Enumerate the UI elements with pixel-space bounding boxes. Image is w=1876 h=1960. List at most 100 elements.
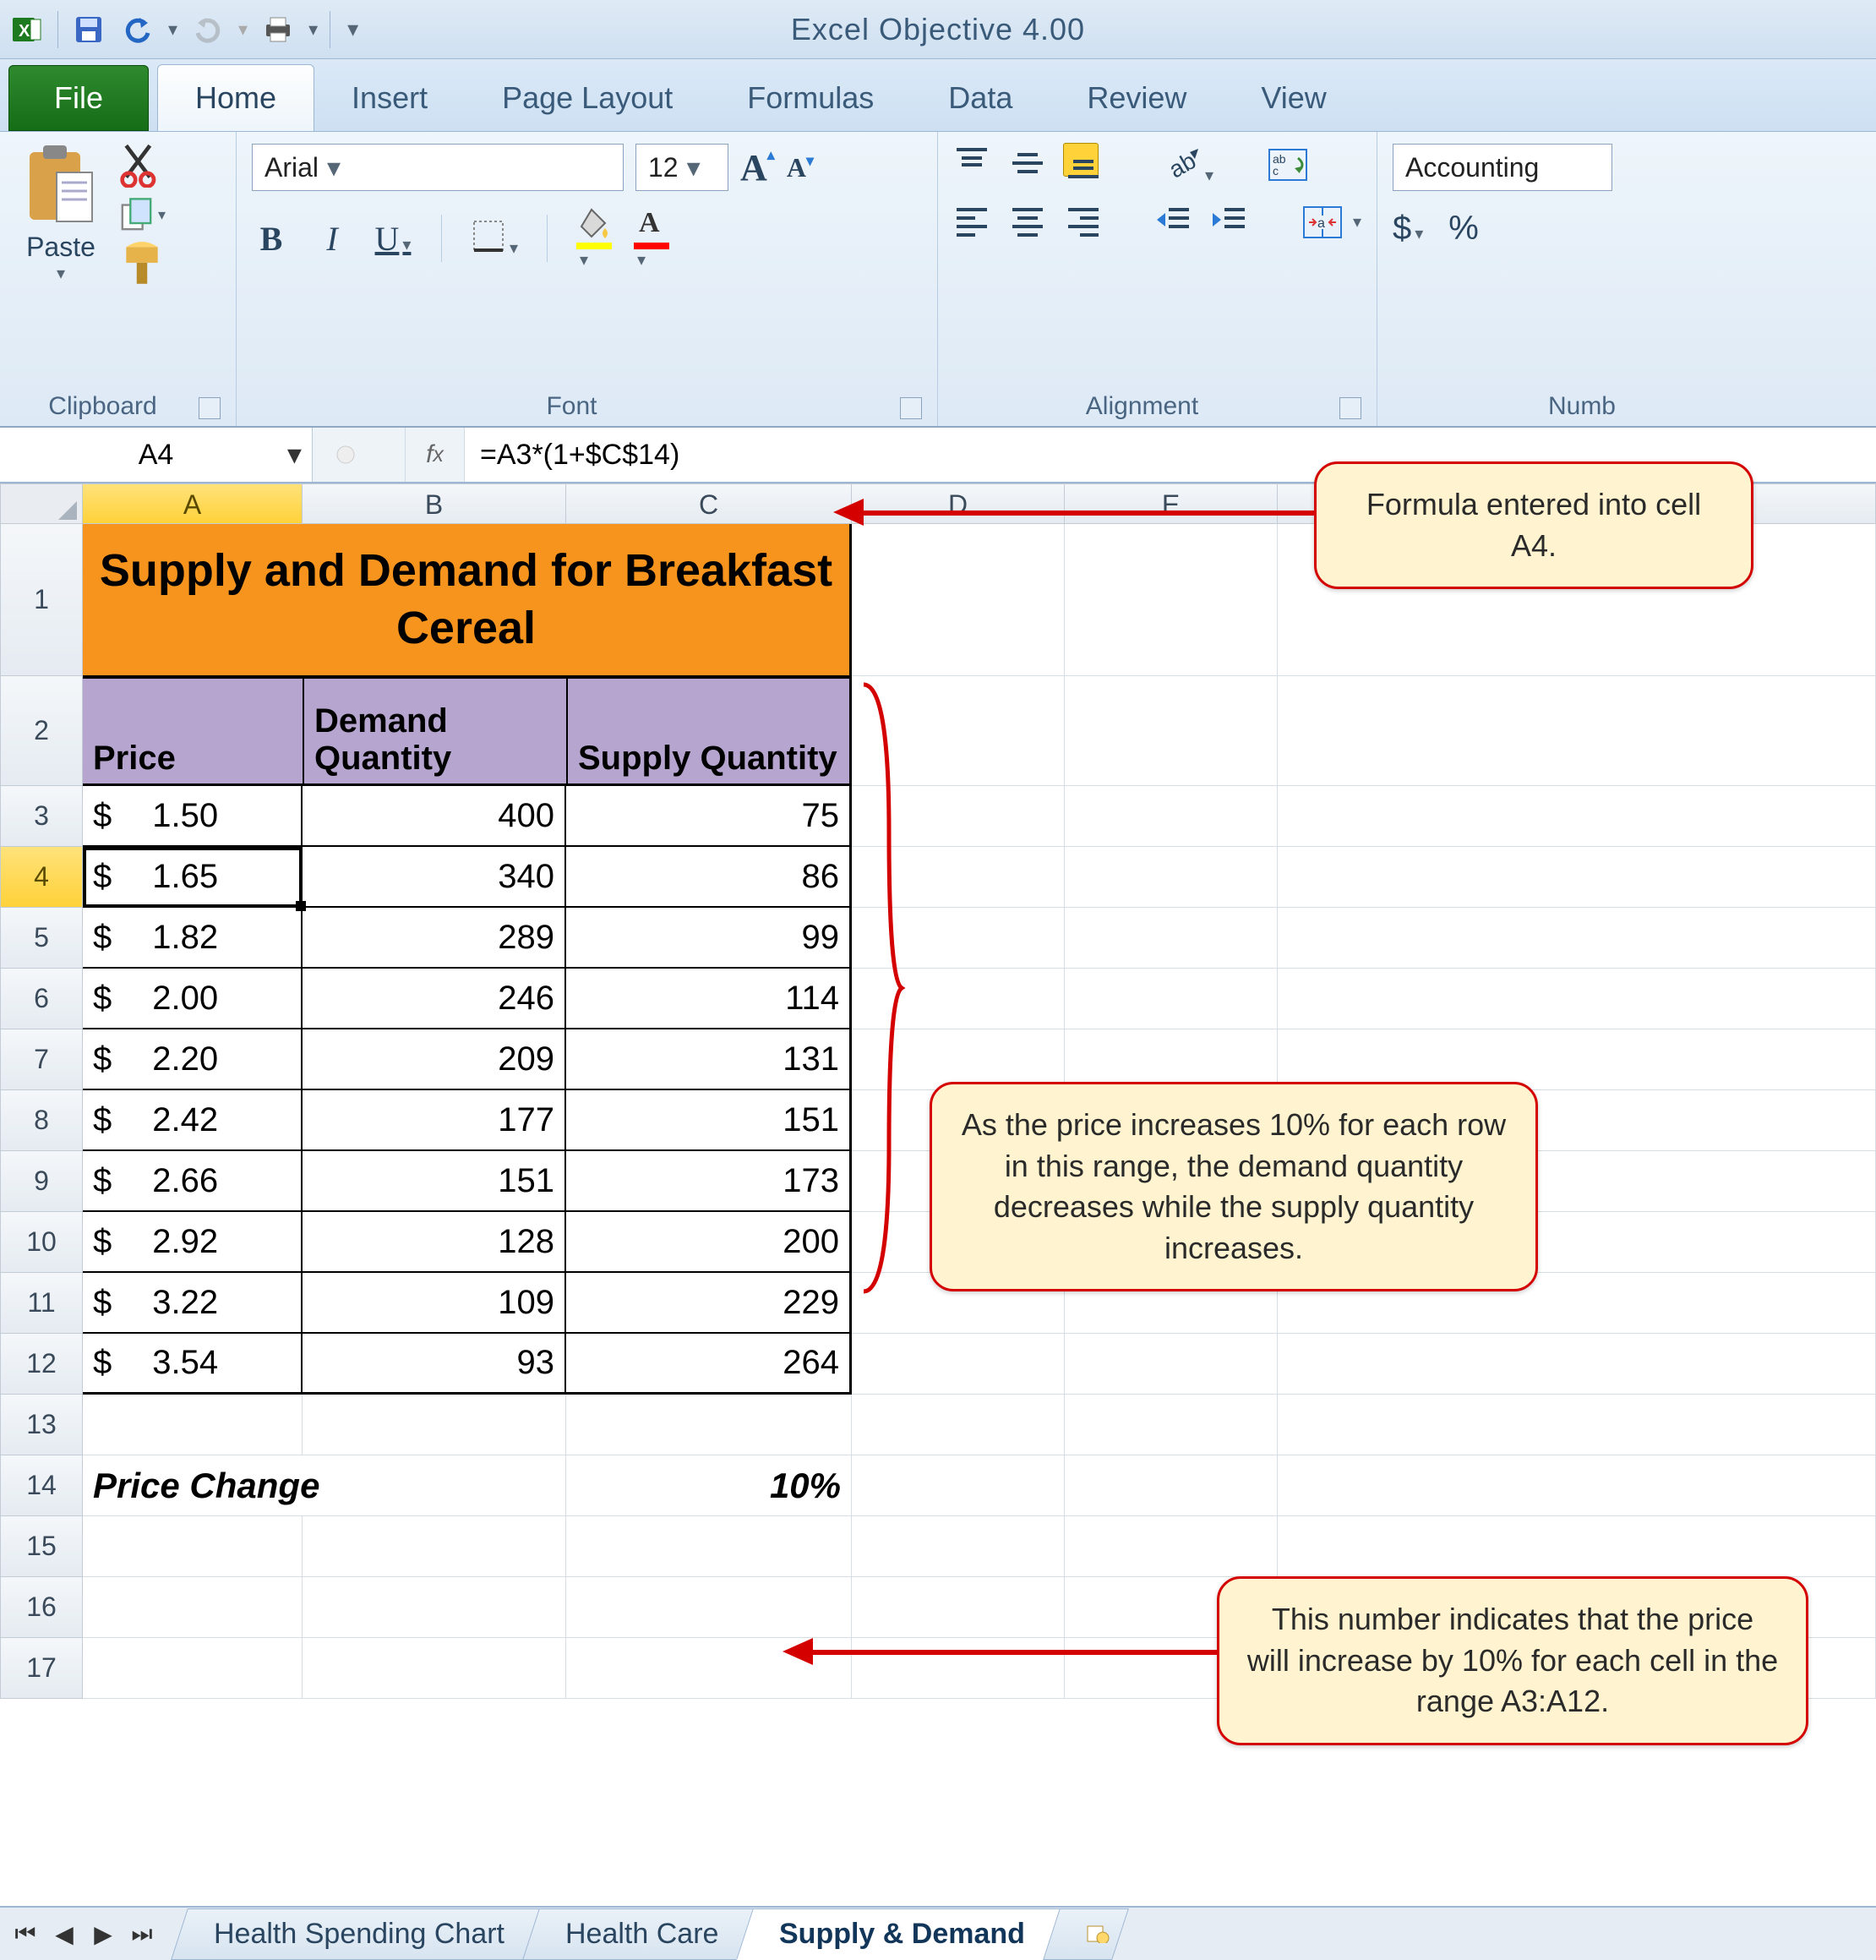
row-header[interactable]: 15 <box>0 1516 83 1577</box>
row-header[interactable]: 3 <box>0 786 83 847</box>
row-header[interactable]: 6 <box>0 969 83 1029</box>
cell[interactable] <box>303 1395 566 1455</box>
cell-supply[interactable]: 151 <box>566 1090 852 1151</box>
cell[interactable] <box>83 1516 303 1577</box>
cell-supply[interactable]: 264 <box>566 1334 852 1395</box>
cell[interactable] <box>1065 969 1278 1029</box>
cell[interactable] <box>83 1395 303 1455</box>
undo-dropdown-icon[interactable]: ▾ <box>168 19 177 41</box>
row-header[interactable]: 4 <box>0 847 83 908</box>
cell-demand[interactable]: 151 <box>303 1151 566 1212</box>
cell-demand[interactable]: 400 <box>303 786 566 847</box>
sheet-tab-health-care[interactable]: Health Care <box>522 1908 761 1960</box>
cell[interactable] <box>852 1577 1065 1638</box>
wrap-text-button[interactable]: abc <box>1268 148 1308 182</box>
merge-center-button[interactable]: a▾ <box>1302 205 1361 239</box>
cell[interactable] <box>1065 908 1278 969</box>
cell-supply[interactable]: 75 <box>566 786 852 847</box>
number-format-combo[interactable]: Accounting <box>1393 144 1612 191</box>
cell[interactable] <box>1065 1334 1278 1395</box>
align-right-icon[interactable] <box>1065 201 1102 243</box>
sheet-title-cell[interactable]: Supply and Demand for Breakfast Cereal <box>83 524 852 676</box>
cell[interactable] <box>566 1516 852 1577</box>
align-bottom-icon[interactable] <box>1065 145 1102 186</box>
cell[interactable] <box>1278 1516 1876 1577</box>
cell[interactable] <box>303 1516 566 1577</box>
cell-price[interactable]: $3.54 <box>83 1334 303 1395</box>
italic-button[interactable]: I <box>313 219 352 259</box>
cell-supply[interactable]: 131 <box>566 1029 852 1090</box>
align-left-icon[interactable] <box>953 201 990 243</box>
insert-function-button[interactable]: fx <box>406 428 465 482</box>
column-header-c[interactable]: C <box>566 483 852 524</box>
cell[interactable] <box>1278 1395 1876 1455</box>
shrink-font-icon[interactable]: A▾ <box>787 152 814 183</box>
cell-demand[interactable]: 209 <box>303 1029 566 1090</box>
underline-button[interactable]: U▾ <box>374 219 412 259</box>
cell[interactable] <box>852 1455 1065 1516</box>
cell[interactable] <box>852 1516 1065 1577</box>
cell[interactable] <box>1065 1455 1278 1516</box>
sheet-nav-last-icon[interactable]: ⏭ <box>125 1917 159 1951</box>
decrease-indent-icon[interactable] <box>1155 201 1192 243</box>
copy-icon[interactable]: ▾ <box>118 194 166 235</box>
cell[interactable] <box>566 1577 852 1638</box>
tab-review[interactable]: Review <box>1050 65 1224 131</box>
header-price[interactable]: Price <box>83 676 303 786</box>
cell-supply[interactable]: 200 <box>566 1212 852 1273</box>
cell[interactable] <box>1278 847 1876 908</box>
column-header-b[interactable]: B <box>303 483 566 524</box>
cell-price[interactable]: $2.92 <box>83 1212 303 1273</box>
column-header-d[interactable]: D <box>852 483 1065 524</box>
cell-price[interactable]: $2.66 <box>83 1151 303 1212</box>
cell-supply[interactable]: 173 <box>566 1151 852 1212</box>
price-change-label[interactable]: Price Change <box>83 1455 566 1516</box>
cell[interactable] <box>83 1577 303 1638</box>
cell-supply[interactable]: 99 <box>566 908 852 969</box>
grow-font-icon[interactable]: A▴ <box>740 146 775 189</box>
cell[interactable] <box>1278 786 1876 847</box>
row-header[interactable]: 5 <box>0 908 83 969</box>
tab-page-layout[interactable]: Page Layout <box>465 65 710 131</box>
cell[interactable] <box>303 1638 566 1699</box>
sheet-tab-supply-demand[interactable]: Supply & Demand <box>737 1908 1069 1960</box>
borders-button[interactable]: ▾ <box>471 218 518 259</box>
row-header[interactable]: 7 <box>0 1029 83 1090</box>
bold-button[interactable]: B <box>252 219 291 259</box>
row-header-14[interactable]: 14 <box>0 1455 83 1516</box>
cell[interactable] <box>1065 786 1278 847</box>
row-header[interactable]: 12 <box>0 1334 83 1395</box>
cell-supply[interactable]: 86 <box>566 847 852 908</box>
row-header[interactable]: 11 <box>0 1273 83 1334</box>
row-header[interactable]: 9 <box>0 1151 83 1212</box>
cell-supply[interactable]: 229 <box>566 1273 852 1334</box>
cell-price[interactable]: $2.20 <box>83 1029 303 1090</box>
tab-formulas[interactable]: Formulas <box>710 65 911 131</box>
row-header-2[interactable]: 2 <box>0 676 83 786</box>
qat-customize-icon[interactable]: ▾ <box>347 16 358 42</box>
cell[interactable] <box>1065 1395 1278 1455</box>
column-header-e[interactable]: E <box>1065 483 1278 524</box>
cell-demand[interactable]: 93 <box>303 1334 566 1395</box>
name-box-dropdown-icon[interactable]: ▾ <box>287 438 302 472</box>
tab-view[interactable]: View <box>1224 65 1363 131</box>
cell[interactable] <box>1278 908 1876 969</box>
align-top-icon[interactable] <box>953 145 990 186</box>
percent-format-button[interactable]: % <box>1448 210 1479 248</box>
paste-dropdown-icon[interactable]: ▾ <box>15 263 106 284</box>
header-demand[interactable]: Demand Quantity <box>303 676 566 786</box>
sheet-nav-prev-icon[interactable]: ◀ <box>47 1917 81 1951</box>
cell-demand[interactable]: 246 <box>303 969 566 1029</box>
cell-price[interactable]: $3.22 <box>83 1273 303 1334</box>
paste-button[interactable]: Paste ▾ <box>15 144 106 284</box>
sheet-nav-first-icon[interactable]: ⏮ <box>8 1917 42 1951</box>
font-name-combo[interactable]: Arial▾ <box>252 144 624 191</box>
tab-insert[interactable]: Insert <box>314 65 465 131</box>
cell-price[interactable]: $1.50 <box>83 786 303 847</box>
cell[interactable] <box>1278 969 1876 1029</box>
tab-home[interactable]: Home <box>157 64 314 131</box>
print-icon[interactable] <box>259 11 297 48</box>
fill-color-button[interactable]: ▾ <box>576 206 612 270</box>
cell[interactable] <box>1278 676 1876 786</box>
cell[interactable] <box>852 1395 1065 1455</box>
